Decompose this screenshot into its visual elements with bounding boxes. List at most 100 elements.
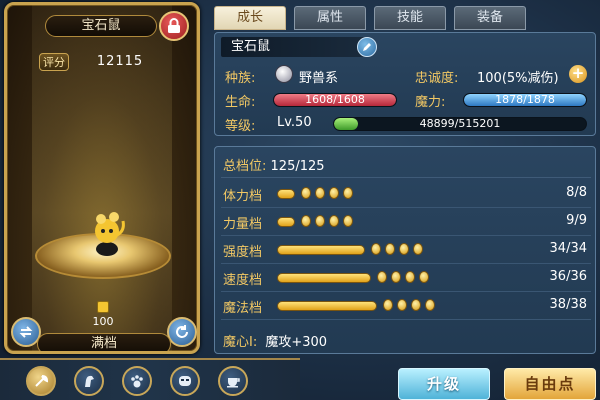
pip-icon: [385, 243, 395, 255]
tab-skills[interactable]: 技能: [374, 6, 446, 30]
pet-tabs: 成长 属性 技能 装备: [214, 6, 594, 30]
pip-icon: [413, 243, 423, 255]
total-grade-value: 125/125: [270, 159, 325, 174]
xp-text: 48899/515201: [419, 117, 501, 130]
magic-heart-value: 魔攻+300: [265, 335, 328, 350]
tab-equipment[interactable]: 装备: [454, 6, 526, 30]
pet-category-bar: [0, 358, 300, 400]
mask-icon: [179, 376, 191, 386]
score-label: 评分: [39, 53, 69, 71]
stat-bar: [277, 301, 377, 311]
free-points-button[interactable]: 自由点: [504, 368, 596, 400]
stat-row-magic: 魔法档 38/38: [221, 295, 591, 317]
loyalty-label: 忠诚度:: [415, 71, 459, 86]
total-grade-label: 总档位:: [223, 159, 267, 174]
divider: [221, 207, 591, 208]
pip-icon: [371, 243, 381, 255]
pip-icon: [315, 187, 325, 199]
lock-icon: [168, 18, 180, 33]
pet-name-field: 宝石鼠: [221, 37, 371, 57]
level-label: 等级:: [225, 119, 256, 134]
pip-icon: [343, 215, 353, 227]
lock-button[interactable]: [159, 11, 189, 41]
stat-value: 9/9: [566, 213, 587, 228]
stat-value: 38/38: [549, 297, 587, 312]
score-value: 12115: [96, 54, 144, 69]
stat-bar: [277, 245, 365, 255]
stat-bar: [277, 217, 295, 227]
loyalty-value: 100(5%减伤): [477, 71, 559, 86]
pip-icon: [343, 187, 353, 199]
max-grade-status: 满档: [37, 333, 171, 351]
swap-icon: [19, 326, 33, 338]
divider: [221, 319, 591, 320]
stat-label: 速度档: [223, 273, 263, 288]
axe-icon: [35, 375, 49, 387]
tab-growth[interactable]: 成长: [214, 6, 286, 30]
score-row: 评分 12115: [39, 53, 169, 71]
pet-portrait-panel: 宝石鼠 评分 12115 100 满档: [4, 2, 200, 354]
category-cup-button[interactable]: [218, 366, 248, 396]
rename-button[interactable]: [357, 37, 377, 57]
category-mount-button[interactable]: [74, 366, 104, 396]
upgrade-button[interactable]: 升级: [398, 368, 490, 400]
pip-icon: [425, 299, 435, 311]
pip-icon: [377, 271, 387, 283]
stat-value: 8/8: [566, 185, 587, 200]
xp-bar: 48899/515201: [333, 117, 587, 131]
add-loyalty-button[interactable]: +: [569, 65, 587, 83]
stat-label: 力量档: [223, 217, 263, 232]
refresh-icon: [176, 325, 188, 338]
category-weapon-button[interactable]: [26, 366, 56, 396]
pip-icon: [315, 215, 325, 227]
pet-model[interactable]: [87, 205, 127, 257]
divider: [221, 235, 591, 236]
race-label: 种族:: [225, 71, 256, 86]
divider: [221, 177, 591, 178]
category-pet-button[interactable]: [122, 366, 152, 396]
pip-icon: [391, 271, 401, 283]
category-mask-button[interactable]: [170, 366, 200, 396]
magic-heart-bonus: 魔心I: 魔攻+300: [223, 331, 327, 350]
divider: [221, 263, 591, 264]
pet-info-box: 宝石鼠 种族: 野兽系 忠诚度: 100(5%减伤) + 生命: 1608/16…: [214, 32, 596, 136]
stat-label: 强度档: [223, 245, 263, 260]
pip-icon: [329, 215, 339, 227]
hp-label: 生命:: [225, 95, 256, 110]
pencil-icon: [363, 43, 371, 51]
stat-value: 36/36: [549, 269, 587, 284]
pip-icon: [405, 271, 415, 283]
refresh-button[interactable]: [167, 317, 197, 347]
total-grade: 总档位: 125/125: [223, 155, 325, 174]
stat-bar: [277, 189, 295, 199]
hp-bar: 1608/1608: [273, 93, 397, 107]
grade-value: 100: [92, 315, 114, 328]
grade-stats-box: 总档位: 125/125 体力档 8/8 力量档 9/9 强度档 34/34 速…: [214, 146, 596, 354]
horse-icon: [85, 375, 94, 387]
pip-icon: [329, 187, 339, 199]
magic-heart-label: 魔心I:: [223, 335, 258, 350]
portrait-pet-name: 宝石鼠: [45, 15, 157, 37]
tab-attributes[interactable]: 属性: [294, 6, 366, 30]
hp-text: 1608/1608: [305, 93, 365, 106]
stat-row-toughness: 强度档 34/34: [221, 239, 591, 261]
mp-text: 1878/1878: [495, 93, 555, 106]
pip-icon: [383, 299, 393, 311]
cup-icon: [227, 378, 240, 388]
mp-label: 魔力:: [415, 95, 446, 110]
pip-icon: [301, 215, 311, 227]
grade-pip-icon: [97, 301, 109, 313]
race-value: 野兽系: [299, 71, 339, 86]
level-value: Lv.50: [277, 115, 312, 130]
stat-row-stamina: 体力档 8/8: [221, 183, 591, 205]
beast-race-icon: [275, 65, 293, 83]
pip-icon: [399, 243, 409, 255]
pip-icon: [301, 187, 311, 199]
stat-row-speed: 速度档 36/36: [221, 267, 591, 289]
stat-label: 魔法档: [223, 301, 263, 316]
mp-bar: 1878/1878: [463, 93, 587, 107]
pip-icon: [397, 299, 407, 311]
pip-icon: [411, 299, 421, 311]
paw-icon: [131, 375, 143, 388]
stat-row-strength: 力量档 9/9: [221, 211, 591, 233]
